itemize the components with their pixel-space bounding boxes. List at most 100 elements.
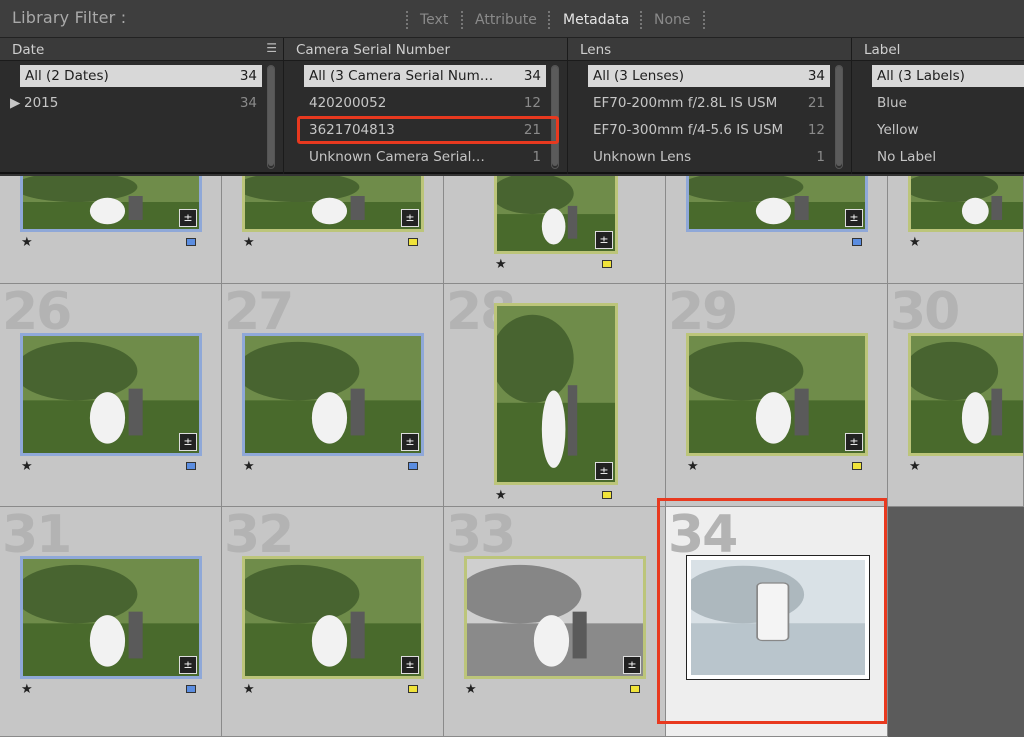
grid-cell[interactable]: ±★ bbox=[0, 176, 222, 284]
cell-index-number: 26 bbox=[2, 284, 72, 342]
metadata-filter-panel: Date ☰ All (2 Dates) 34 ▶ 2015 34 Camera… bbox=[0, 38, 1024, 174]
grid-cell-28[interactable]: 28 ± ★ bbox=[444, 284, 666, 507]
tab-none[interactable]: None bbox=[654, 12, 691, 28]
label-column-title: Label bbox=[864, 42, 901, 58]
photo-thumbnail[interactable]: ± bbox=[20, 176, 202, 232]
cell-index-number: 30 bbox=[890, 284, 960, 342]
serial-row-unknown[interactable]: Unknown Camera Serial… 1 bbox=[304, 146, 546, 168]
row-label: Unknown Camera Serial… bbox=[309, 149, 485, 165]
date-column-header[interactable]: Date ☰ bbox=[0, 38, 283, 61]
color-label-blue[interactable] bbox=[186, 685, 196, 693]
row-label: Yellow bbox=[877, 122, 919, 138]
develop-adjustment-icon: ± bbox=[179, 209, 197, 227]
photo-thumbnail[interactable]: ± bbox=[908, 176, 1023, 232]
tab-separator bbox=[703, 11, 705, 29]
star-rating[interactable]: ★ bbox=[909, 459, 921, 474]
date-row-all[interactable]: All (2 Dates) 34 bbox=[20, 65, 262, 87]
grid-cell-27[interactable]: 27 ± ★ bbox=[222, 284, 444, 507]
scrollbar-thumb[interactable] bbox=[836, 66, 842, 166]
label-row-blue[interactable]: Blue bbox=[872, 92, 1024, 114]
serial-row-420200052[interactable]: 420200052 12 bbox=[304, 92, 546, 114]
star-rating[interactable]: ★ bbox=[465, 682, 477, 697]
grid-cell[interactable]: ±★ bbox=[888, 176, 1024, 284]
photo-thumbnail[interactable]: ± bbox=[494, 303, 618, 485]
label-row-no-label[interactable]: No Label bbox=[872, 146, 1024, 168]
camera-serial-column-header[interactable]: Camera Serial Number bbox=[284, 38, 567, 61]
photo-thumbnail[interactable]: ± bbox=[686, 333, 868, 456]
photo-thumbnail[interactable]: ± bbox=[908, 333, 1023, 456]
color-label-blue[interactable] bbox=[186, 462, 196, 470]
photo-thumbnail[interactable]: ± bbox=[464, 556, 646, 679]
grid-cell-30[interactable]: 30± ★ bbox=[888, 284, 1024, 507]
photo-thumbnail[interactable]: ± bbox=[242, 333, 424, 456]
row-label: All (3 Labels) bbox=[877, 68, 965, 84]
lens-row-unknown[interactable]: Unknown Lens 1 bbox=[588, 146, 830, 168]
develop-adjustment-icon: ± bbox=[845, 433, 863, 451]
lens-column-title: Lens bbox=[580, 42, 612, 58]
lens-row-ef70-200[interactable]: EF70-200mm f/2.8L IS USM 21 bbox=[588, 92, 830, 114]
lens-row-all[interactable]: All (3 Lenses) 34 bbox=[588, 65, 830, 87]
photo-thumbnail[interactable]: ± bbox=[20, 556, 202, 679]
color-label-yellow[interactable] bbox=[408, 685, 418, 693]
photo-thumbnail[interactable]: ± bbox=[242, 556, 424, 679]
lens-row-ef70-300[interactable]: EF70-300mm f/4-5.6 IS USM 12 bbox=[588, 119, 830, 141]
star-rating[interactable]: ★ bbox=[687, 459, 699, 474]
row-count: 1 bbox=[816, 149, 825, 165]
star-rating[interactable]: ★ bbox=[21, 459, 33, 474]
photo-thumbnail[interactable]: ± bbox=[20, 333, 202, 456]
label-row-yellow[interactable]: Yellow bbox=[872, 119, 1024, 141]
serial-row-all[interactable]: All (3 Camera Serial Num… 34 bbox=[304, 65, 546, 87]
star-rating[interactable]: ★ bbox=[495, 257, 507, 272]
color-label-yellow[interactable] bbox=[602, 260, 612, 268]
scrollbar[interactable] bbox=[835, 65, 843, 169]
color-label-yellow[interactable] bbox=[602, 491, 612, 499]
develop-adjustment-icon: ± bbox=[623, 656, 641, 674]
star-rating[interactable]: ★ bbox=[243, 235, 255, 250]
label-row-all[interactable]: All (3 Labels) bbox=[872, 65, 1024, 87]
develop-adjustment-icon: ± bbox=[595, 231, 613, 249]
library-filter-bar: Library Filter : Text Attribute Metadata… bbox=[0, 0, 1024, 38]
serial-highlight-box bbox=[297, 116, 559, 144]
label-column: Label All (3 Labels) Blue Yellow No Labe… bbox=[852, 38, 1024, 174]
column-menu-icon[interactable]: ☰ bbox=[266, 41, 277, 55]
label-column-header[interactable]: Label bbox=[852, 38, 1024, 61]
develop-adjustment-icon: ± bbox=[845, 209, 863, 227]
cell-index-number: 27 bbox=[224, 284, 294, 342]
grid-cell-29[interactable]: 29 ± ★ bbox=[666, 284, 888, 507]
star-rating[interactable]: ★ bbox=[21, 235, 33, 250]
grid-cell-32[interactable]: 32 ± ★ bbox=[222, 507, 444, 737]
star-rating[interactable]: ★ bbox=[909, 235, 921, 250]
star-rating[interactable]: ★ bbox=[21, 682, 33, 697]
develop-adjustment-icon: ± bbox=[401, 433, 419, 451]
lens-column-header[interactable]: Lens bbox=[568, 38, 851, 61]
grid-cell[interactable]: ±★ bbox=[222, 176, 444, 284]
star-rating[interactable]: ★ bbox=[243, 682, 255, 697]
star-rating[interactable]: ★ bbox=[495, 488, 507, 503]
grid-cell-31[interactable]: 31 ± ★ bbox=[0, 507, 222, 737]
grid-cell[interactable]: ±★ bbox=[444, 176, 666, 284]
tab-text[interactable]: Text bbox=[420, 12, 448, 28]
color-label-blue[interactable] bbox=[408, 462, 418, 470]
tab-attribute[interactable]: Attribute bbox=[475, 12, 537, 28]
color-label-yellow[interactable] bbox=[408, 238, 418, 246]
scrollbar[interactable] bbox=[267, 65, 275, 169]
disclosure-triangle-icon[interactable]: ▶ bbox=[10, 95, 20, 111]
photo-thumbnail[interactable]: ± bbox=[686, 176, 868, 232]
color-label-yellow[interactable] bbox=[630, 685, 640, 693]
grid-cell[interactable]: ± bbox=[666, 176, 888, 284]
photo-thumbnail[interactable]: ± bbox=[242, 176, 424, 232]
row-label: Unknown Lens bbox=[593, 149, 692, 165]
develop-adjustment-icon: ± bbox=[401, 656, 419, 674]
color-label-blue[interactable] bbox=[852, 238, 862, 246]
color-label-blue[interactable] bbox=[186, 238, 196, 246]
tab-metadata[interactable]: Metadata bbox=[563, 12, 629, 28]
star-rating[interactable]: ★ bbox=[243, 459, 255, 474]
row-label: EF70-200mm f/2.8L IS USM bbox=[593, 95, 778, 111]
scrollbar-thumb[interactable] bbox=[268, 66, 274, 166]
grid-cell-26[interactable]: 26 ± ★ bbox=[0, 284, 222, 507]
develop-adjustment-icon: ± bbox=[595, 462, 613, 480]
grid-cell-33[interactable]: 33 ± ★ bbox=[444, 507, 666, 737]
photo-thumbnail[interactable]: ± bbox=[494, 176, 618, 254]
date-row-2015[interactable]: ▶ 2015 34 bbox=[10, 92, 262, 114]
color-label-yellow[interactable] bbox=[852, 462, 862, 470]
